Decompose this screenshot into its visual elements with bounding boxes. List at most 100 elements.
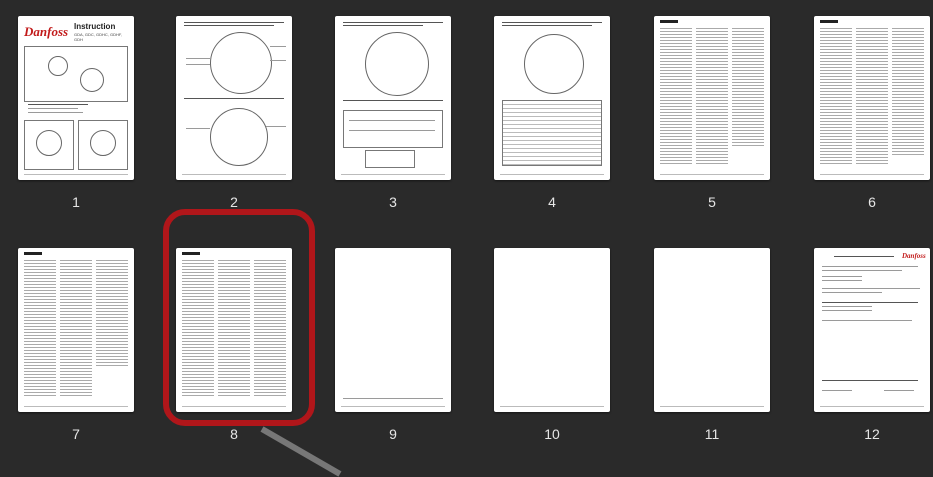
page-thumbnail-4[interactable]: 4 xyxy=(494,16,610,221)
page-footer xyxy=(341,406,445,407)
page-preview[interactable] xyxy=(18,248,134,412)
page-preview[interactable] xyxy=(335,248,451,412)
wiring-diagram xyxy=(524,34,584,94)
text-column xyxy=(732,26,764,146)
text-line xyxy=(822,380,918,381)
data-table xyxy=(502,100,602,166)
diagram-frame xyxy=(24,46,128,102)
header-block xyxy=(660,20,678,23)
text-line xyxy=(186,128,210,129)
text-line xyxy=(184,25,274,26)
text-line xyxy=(502,22,602,23)
page-footer xyxy=(820,406,924,407)
page-number: 7 xyxy=(72,426,80,442)
text-line xyxy=(343,25,423,26)
page-thumbnail-5[interactable]: 5 xyxy=(654,16,770,221)
page-preview[interactable] xyxy=(176,16,292,180)
text-column xyxy=(892,26,924,156)
page-number: 1 xyxy=(72,194,80,210)
wiring-diagram xyxy=(210,32,272,94)
page-footer xyxy=(24,406,128,407)
text-line xyxy=(270,60,286,61)
document-subtitle: GDA, GDC, GDHC, GDHF, GDH xyxy=(74,32,123,42)
text-line xyxy=(349,120,435,121)
text-line xyxy=(822,320,912,321)
page-footer xyxy=(660,174,764,175)
page-number: 4 xyxy=(548,194,556,210)
page-footer xyxy=(660,406,764,407)
text-line xyxy=(834,256,894,257)
danfoss-logo: Danfoss xyxy=(902,252,926,260)
page-thumbnail-6[interactable]: 6 xyxy=(814,16,930,221)
wiring-diagram xyxy=(365,150,415,168)
document-title: Instruction xyxy=(74,22,116,31)
text-line xyxy=(822,310,872,311)
danfoss-logo: Danfoss xyxy=(24,24,69,39)
page-number: 2 xyxy=(230,194,238,210)
page-preview[interactable] xyxy=(335,16,451,180)
page-preview[interactable] xyxy=(494,248,610,412)
text-column xyxy=(856,26,888,166)
diagram-circle xyxy=(90,130,116,156)
text-line xyxy=(184,98,284,99)
text-column xyxy=(660,26,692,166)
text-line xyxy=(502,25,592,26)
page-footer xyxy=(182,174,286,175)
page-footer xyxy=(341,174,445,175)
page-number: 11 xyxy=(704,426,720,442)
page-footer xyxy=(24,174,128,175)
wiring-diagram xyxy=(365,32,429,96)
header-block xyxy=(24,252,42,255)
page-thumbnail-3[interactable]: 3 xyxy=(335,16,451,221)
text-line xyxy=(822,276,862,277)
text-line xyxy=(28,108,78,109)
diagram-circle xyxy=(48,56,68,76)
diagram-circle xyxy=(36,130,62,156)
text-column xyxy=(696,26,728,166)
page-number: 3 xyxy=(389,194,397,210)
text-line xyxy=(28,104,88,105)
page-thumbnail-7[interactable]: 7 xyxy=(18,248,134,453)
page-thumbnail-9[interactable]: 9 xyxy=(335,248,451,453)
page-preview[interactable]: Danfoss Instruction GDA, GDC, GDHC, GDHF… xyxy=(18,16,134,180)
page-thumbnail-2[interactable]: 2 xyxy=(176,16,292,221)
text-line xyxy=(186,58,210,59)
text-line xyxy=(270,46,286,47)
page-preview[interactable] xyxy=(814,16,930,180)
text-column xyxy=(820,26,852,166)
page-number: 6 xyxy=(868,194,876,210)
page-footer xyxy=(500,174,604,175)
page-thumbnail-12[interactable]: Danfoss 12 xyxy=(814,248,930,453)
text-column xyxy=(96,258,128,368)
page-preview[interactable] xyxy=(494,16,610,180)
page-preview[interactable] xyxy=(654,16,770,180)
wiring-diagram xyxy=(210,108,268,166)
text-line xyxy=(822,280,862,281)
page-thumbnail-1[interactable]: Danfoss Instruction GDA, GDC, GDHC, GDHF… xyxy=(18,16,134,221)
page-thumbnail-grid: Danfoss Instruction GDA, GDC, GDHC, GDHF… xyxy=(0,0,933,477)
text-line xyxy=(28,112,83,113)
text-line xyxy=(822,302,918,303)
text-line xyxy=(186,64,210,65)
wiring-diagram xyxy=(343,110,443,148)
text-line xyxy=(343,398,443,399)
page-thumbnail-10[interactable]: 10 xyxy=(494,248,610,453)
page-footer xyxy=(820,174,924,175)
text-line xyxy=(184,22,284,23)
text-column xyxy=(60,258,92,398)
text-line xyxy=(822,266,918,267)
page-number: 12 xyxy=(864,426,880,442)
page-number: 9 xyxy=(389,426,397,442)
page-preview[interactable] xyxy=(654,248,770,412)
text-line xyxy=(822,292,882,293)
selection-highlight-ring xyxy=(163,209,315,426)
text-line xyxy=(343,100,443,101)
text-column xyxy=(24,258,56,398)
text-line xyxy=(343,22,443,23)
signature-line xyxy=(884,390,914,391)
page-number: 5 xyxy=(708,194,716,210)
signature-line xyxy=(822,390,852,391)
page-preview[interactable]: Danfoss xyxy=(814,248,930,412)
page-number: 10 xyxy=(544,426,560,442)
page-thumbnail-11[interactable]: 11 xyxy=(654,248,770,453)
